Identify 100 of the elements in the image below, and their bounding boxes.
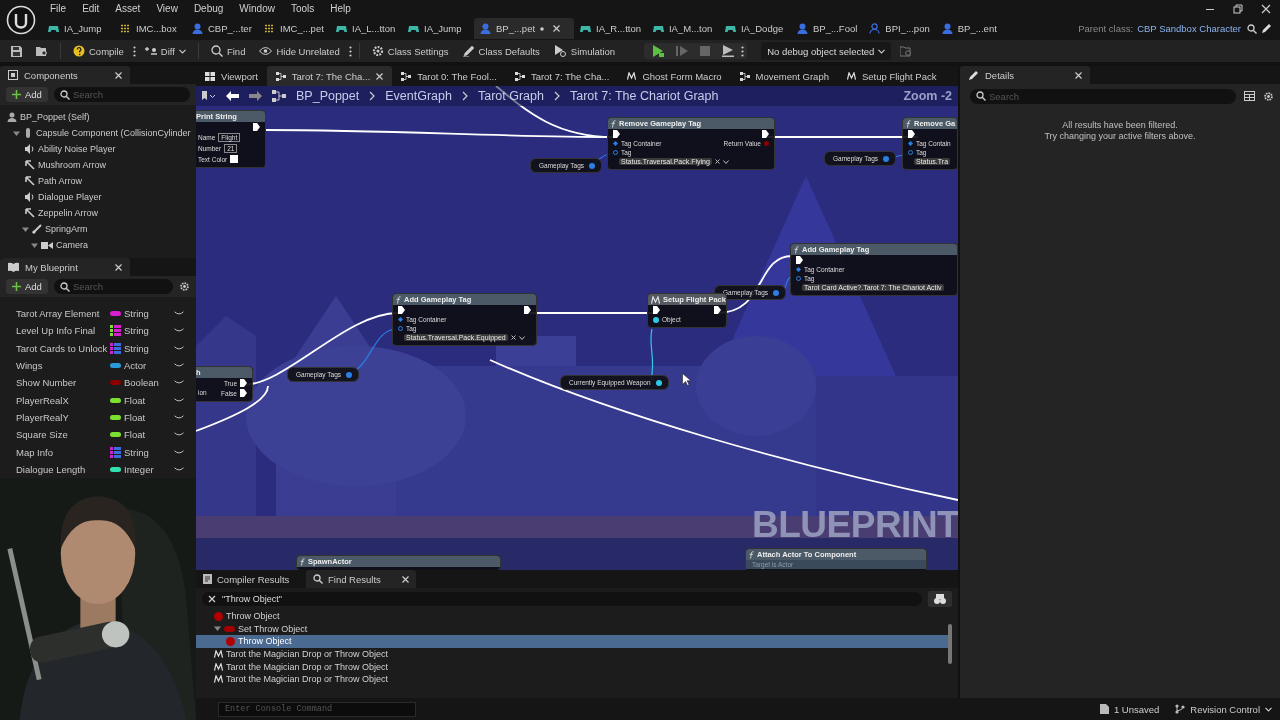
tree-item[interactable]: Ability Noise Player bbox=[0, 141, 196, 157]
asset-tab[interactable]: IA_Dodge bbox=[719, 18, 791, 39]
tree-item[interactable]: SpringArm bbox=[0, 221, 196, 237]
expand-chevron-icon[interactable] bbox=[174, 328, 184, 334]
binoculars-icon[interactable] bbox=[928, 591, 952, 607]
expand-chevron-icon[interactable] bbox=[174, 432, 184, 438]
variable-name[interactable]: Map Info bbox=[16, 446, 110, 458]
compile-button[interactable]: Compile bbox=[68, 43, 129, 59]
toolbar-button[interactable]: Hide Unrelated bbox=[254, 43, 345, 59]
more-icon[interactable] bbox=[348, 45, 352, 57]
document-tab[interactable]: Tarot 0: The Fool... bbox=[392, 66, 506, 86]
asset-tab[interactable]: IA_R...tton bbox=[574, 18, 647, 39]
search-field[interactable]: "Throw Object" bbox=[202, 592, 922, 606]
panel-tab[interactable]: Details bbox=[960, 66, 1090, 84]
tree-item[interactable]: BP_Poppet (Self) bbox=[0, 109, 196, 125]
variable-name[interactable]: Tarot Array Element bbox=[16, 308, 110, 320]
logo-icon[interactable] bbox=[6, 5, 36, 35]
document-tab[interactable]: Viewport bbox=[196, 66, 267, 86]
asset-tab[interactable]: BP_...Fool bbox=[791, 18, 864, 39]
variable-name[interactable]: PlayerRealX bbox=[16, 394, 110, 406]
asset-tab[interactable]: BP_...pet bbox=[474, 18, 575, 39]
tree-item[interactable]: Zeppelin Arrow bbox=[0, 205, 196, 221]
close-icon[interactable] bbox=[553, 25, 561, 32]
document-tab[interactable]: Tarot 7: The Cha... bbox=[266, 66, 393, 86]
menu-item[interactable]: View bbox=[148, 3, 186, 14]
variable-name[interactable]: Level Up Info Final bbox=[16, 325, 110, 337]
panel-tab[interactable]: Compiler Results bbox=[196, 570, 306, 588]
unsaved-button[interactable]: 1 Unsaved bbox=[1099, 703, 1160, 715]
result-item[interactable]: Tarot the Magician Drop or Throw Object bbox=[196, 660, 948, 673]
variable-name[interactable]: Show Number bbox=[16, 377, 110, 389]
revision-control-button[interactable]: Revision Control bbox=[1175, 703, 1272, 715]
toolbar-button[interactable]: Find bbox=[205, 43, 251, 59]
close-icon[interactable] bbox=[1075, 71, 1082, 79]
more-icon[interactable] bbox=[132, 45, 136, 57]
menu-item[interactable]: Window bbox=[231, 3, 283, 14]
tree-item[interactable]: Mushroom Arrow bbox=[0, 157, 196, 173]
settings-icon[interactable] bbox=[1263, 90, 1274, 102]
expand-chevron-icon[interactable] bbox=[174, 380, 184, 386]
tree-item[interactable]: Path Arrow bbox=[0, 173, 196, 189]
asset-tab[interactable]: CBP_...ter bbox=[186, 18, 258, 39]
panel-tab[interactable]: My Blueprint bbox=[0, 258, 130, 276]
variable-name[interactable]: PlayerRealY bbox=[16, 411, 110, 423]
more-icon[interactable] bbox=[741, 45, 745, 57]
document-tab[interactable]: Setup Flight Pack bbox=[838, 66, 946, 86]
asset-tab[interactable]: IA_M...ton bbox=[647, 18, 719, 39]
asset-tab[interactable]: BPI_...pon bbox=[863, 18, 936, 39]
add-button[interactable]: Add bbox=[6, 87, 48, 102]
search-field[interactable]: Search bbox=[53, 87, 190, 102]
close-icon[interactable] bbox=[115, 71, 122, 79]
clear-icon[interactable] bbox=[208, 595, 216, 603]
console-input[interactable]: Enter Console Command bbox=[218, 701, 416, 717]
tree-item[interactable]: Camera bbox=[0, 237, 196, 253]
menu-item[interactable]: Asset bbox=[107, 3, 149, 14]
close-icon[interactable] bbox=[376, 72, 384, 80]
result-item[interactable]: Tarot the Magician Drop or Throw Object bbox=[196, 647, 948, 661]
asset-tab[interactable]: BP_...ent bbox=[935, 18, 1008, 39]
asset-tab[interactable]: IA_Jump bbox=[402, 18, 474, 39]
scrollbar-thumb[interactable] bbox=[948, 624, 952, 664]
expand-chevron-icon[interactable] bbox=[174, 466, 184, 472]
asset-tab[interactable]: IA_Jump bbox=[42, 18, 114, 39]
asset-tab[interactable]: IA_L...tton bbox=[330, 18, 402, 39]
expand-chevron-icon[interactable] bbox=[174, 363, 184, 369]
expand-chevron-icon[interactable] bbox=[174, 414, 184, 420]
asset-tab[interactable]: IMC...box bbox=[114, 18, 186, 39]
tree-item[interactable]: Dialogue Player bbox=[0, 189, 196, 205]
add-button[interactable]: Add bbox=[6, 279, 48, 294]
close-icon[interactable] bbox=[1261, 3, 1271, 14]
asset-tab[interactable]: IMC_...pet bbox=[258, 18, 330, 39]
variable-name[interactable]: Dialogue Length bbox=[16, 463, 110, 475]
variable-name[interactable]: Wings bbox=[16, 360, 110, 372]
result-item[interactable]: Tarot the Magician Drop or Throw Object bbox=[196, 672, 948, 686]
toolbar-button[interactable]: Simulation bbox=[548, 43, 621, 59]
document-tab[interactable]: Tarot 7: The Cha... bbox=[505, 66, 619, 86]
toolbar-button[interactable]: Class Defaults bbox=[457, 43, 545, 59]
expand-chevron-icon[interactable] bbox=[174, 311, 184, 317]
menu-item[interactable]: Edit bbox=[74, 3, 108, 14]
expand-chevron-icon[interactable] bbox=[174, 397, 184, 403]
search-field[interactable]: Search bbox=[53, 279, 173, 294]
settings-icon[interactable] bbox=[179, 281, 190, 292]
table-view-icon[interactable] bbox=[1244, 91, 1255, 101]
document-tab[interactable]: Movement Graph bbox=[730, 66, 838, 86]
search-field[interactable]: Search bbox=[970, 88, 1236, 104]
document-tab[interactable]: Ghost Form Macro bbox=[618, 66, 731, 86]
diff-button[interactable]: Diff bbox=[139, 43, 191, 59]
toolbar-button[interactable]: Class Settings bbox=[366, 43, 454, 59]
pencil-icon[interactable] bbox=[1261, 23, 1272, 34]
menu-item[interactable]: Debug bbox=[185, 3, 232, 14]
close-icon[interactable] bbox=[402, 575, 409, 583]
variable-name[interactable]: Square Size bbox=[16, 429, 110, 441]
result-item[interactable]: Throw Object bbox=[196, 610, 948, 623]
variable-name[interactable]: Tarot Cards to Unlock bbox=[16, 342, 110, 354]
tree-item[interactable]: Capsule Component (CollisionCylinder bbox=[0, 125, 196, 141]
result-item[interactable]: Throw Object bbox=[196, 635, 948, 648]
panel-tab[interactable]: Components bbox=[0, 66, 130, 84]
expand-chevron-icon[interactable] bbox=[174, 449, 184, 455]
close-icon[interactable] bbox=[115, 263, 122, 271]
expand-chevron-icon[interactable] bbox=[174, 345, 184, 351]
parent-class-link[interactable]: CBP Sandbox Character bbox=[1137, 23, 1241, 34]
restore-icon[interactable] bbox=[1233, 3, 1243, 14]
result-item[interactable]: Set Throw Object bbox=[196, 622, 948, 636]
